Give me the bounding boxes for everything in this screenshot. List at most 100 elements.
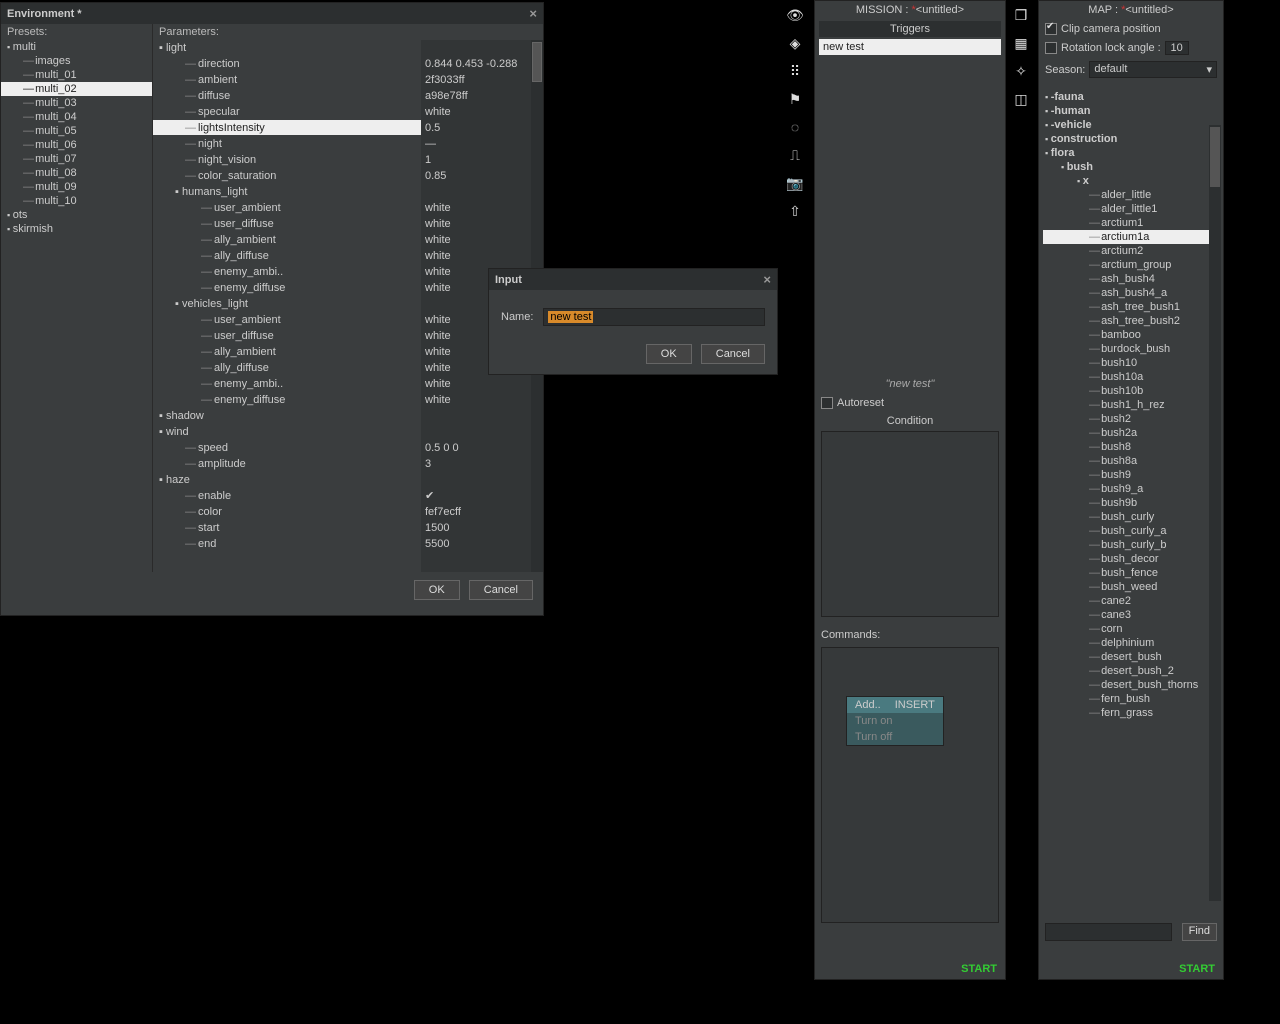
map-tree-item[interactable]: — desert_bush_thorns xyxy=(1043,678,1221,692)
find-button[interactable]: Find xyxy=(1182,923,1217,941)
param-name[interactable]: ▪ haze xyxy=(153,472,421,488)
map-tree-item[interactable]: — desert_bush_2 xyxy=(1043,664,1221,678)
param-name[interactable]: — diffuse xyxy=(153,88,421,104)
flag-icon[interactable]: ⚑ xyxy=(782,86,808,112)
map-tree-item[interactable]: — burdock_bush xyxy=(1043,342,1221,356)
map-tree-item[interactable]: — bush_curly_a xyxy=(1043,524,1221,538)
param-value[interactable] xyxy=(421,424,531,440)
close-icon[interactable]: × xyxy=(529,6,537,21)
map-tree-item[interactable]: — delphinium xyxy=(1043,636,1221,650)
map-start-button[interactable]: START xyxy=(1179,963,1215,975)
param-value[interactable]: 1500 xyxy=(421,520,531,536)
map-tree-item[interactable]: — alder_little xyxy=(1043,188,1221,202)
map-tree-item[interactable]: -human xyxy=(1043,104,1221,118)
param-name[interactable]: ▪ wind xyxy=(153,424,421,440)
param-value[interactable]: 1 xyxy=(421,152,531,168)
preset-item[interactable]: — multi_03 xyxy=(1,96,152,110)
param-name[interactable]: ▪ light xyxy=(153,40,421,56)
map-tree-item[interactable]: bush xyxy=(1043,160,1221,174)
param-value[interactable]: fef7ecff xyxy=(421,504,531,520)
param-name[interactable]: — end xyxy=(153,536,421,552)
map-tree-item[interactable]: — arctium1a xyxy=(1043,230,1221,244)
map-tree-item[interactable]: — fern_bush xyxy=(1043,692,1221,706)
param-name[interactable]: — user_diffuse xyxy=(153,216,421,232)
preset-item[interactable]: — multi_09 xyxy=(1,180,152,194)
map-scrollbar[interactable] xyxy=(1209,125,1221,901)
param-name[interactable]: — enemy_diffuse xyxy=(153,392,421,408)
rotation-lock-row[interactable]: Rotation lock angle : 10 xyxy=(1045,41,1217,55)
circle-dots-icon[interactable]: ◌ xyxy=(782,114,808,140)
preset-item[interactable]: — images xyxy=(1,54,152,68)
clip-camera-row[interactable]: Clip camera position xyxy=(1045,23,1217,35)
map-tree-item[interactable]: — ash_bush4_a xyxy=(1043,286,1221,300)
camera-icon[interactable]: 📷 xyxy=(782,170,808,196)
cube-icon[interactable]: ❒ xyxy=(1008,2,1034,28)
map-tree-item[interactable]: — bamboo xyxy=(1043,328,1221,342)
param-name[interactable]: — direction xyxy=(153,56,421,72)
ctx-turn-on[interactable]: Turn on xyxy=(847,713,943,729)
arrow-icon[interactable]: ⇧ xyxy=(782,198,808,224)
map-tree-item[interactable]: — bush_fence xyxy=(1043,566,1221,580)
preset-item[interactable]: — multi_08 xyxy=(1,166,152,180)
map-tree-item[interactable]: — bush10a xyxy=(1043,370,1221,384)
rotation-lock-checkbox[interactable] xyxy=(1045,42,1057,54)
map-tree-item[interactable]: — bush_curly xyxy=(1043,510,1221,524)
map-tree-item[interactable]: — bush2a xyxy=(1043,426,1221,440)
preset-item[interactable]: — multi_04 xyxy=(1,110,152,124)
param-value[interactable]: 0.5 0 0 xyxy=(421,440,531,456)
map-object-tree[interactable]: -fauna-human-vehicleconstructionflorabus… xyxy=(1043,90,1221,866)
map-tree-item[interactable]: — bush_curly_b xyxy=(1043,538,1221,552)
wand-icon[interactable]: ✧ xyxy=(1008,58,1034,84)
env-ok-button[interactable]: OK xyxy=(414,580,460,600)
param-name[interactable]: — color_saturation xyxy=(153,168,421,184)
commands-box[interactable]: Add..INSERT Turn on Turn off xyxy=(821,647,999,923)
map-tree-item[interactable]: — corn xyxy=(1043,622,1221,636)
param-name[interactable]: — specular xyxy=(153,104,421,120)
param-name[interactable]: — user_ambient xyxy=(153,200,421,216)
param-value[interactable]: white xyxy=(421,104,531,120)
map-tree-item[interactable]: — cane2 xyxy=(1043,594,1221,608)
param-value[interactable]: white xyxy=(421,248,531,264)
preset-item[interactable]: multi xyxy=(1,40,152,54)
param-name[interactable]: — ally_ambient xyxy=(153,232,421,248)
map-tree-item[interactable]: — bush8a xyxy=(1043,454,1221,468)
param-name[interactable]: — enemy_diffuse xyxy=(153,280,421,296)
map-tree-item[interactable]: — bush1_h_rez xyxy=(1043,398,1221,412)
param-value[interactable]: ✔ xyxy=(421,488,531,504)
map-tree-item[interactable]: — ash_tree_bush2 xyxy=(1043,314,1221,328)
preset-item[interactable]: — multi_01 xyxy=(1,68,152,82)
map-tree-item[interactable]: — bush10b xyxy=(1043,384,1221,398)
params-names-col[interactable]: ▪ light— direction— ambient— diffuse— sp… xyxy=(153,40,421,572)
preset-item[interactable]: ots xyxy=(1,208,152,222)
triggers-list[interactable]: new test xyxy=(819,39,1001,55)
param-value[interactable] xyxy=(421,408,531,424)
preset-item[interactable]: — multi_02 xyxy=(1,82,152,96)
param-name[interactable]: — start xyxy=(153,520,421,536)
presets-tree[interactable]: multi— images— multi_01— multi_02— multi… xyxy=(1,40,152,236)
diamond-icon[interactable]: ◈ xyxy=(782,30,808,56)
param-name[interactable]: — user_ambient xyxy=(153,312,421,328)
param-name[interactable]: — night_vision xyxy=(153,152,421,168)
mission-start-button[interactable]: START xyxy=(961,963,997,975)
param-name[interactable]: — ally_diffuse xyxy=(153,248,421,264)
param-name[interactable]: — user_diffuse xyxy=(153,328,421,344)
close-icon[interactable]: × xyxy=(763,272,771,287)
param-name[interactable]: — night xyxy=(153,136,421,152)
map-tree-item[interactable]: -fauna xyxy=(1043,90,1221,104)
param-name[interactable]: — enemy_ambi.. xyxy=(153,264,421,280)
param-value[interactable]: white xyxy=(421,232,531,248)
environment-title-bar[interactable]: Environment * × xyxy=(1,3,543,24)
ctx-turn-off[interactable]: Turn off xyxy=(847,729,943,745)
map-tree-item[interactable]: — desert_bush xyxy=(1043,650,1221,664)
param-value[interactable]: a98e78ff xyxy=(421,88,531,104)
param-name[interactable]: ▪ shadow xyxy=(153,408,421,424)
param-name[interactable]: — speed xyxy=(153,440,421,456)
find-input[interactable] xyxy=(1045,923,1172,941)
preset-item[interactable]: — multi_10 xyxy=(1,194,152,208)
grid-dots-icon[interactable]: ⠿ xyxy=(782,58,808,84)
param-value[interactable]: 2f3033ff xyxy=(421,72,531,88)
map-tree-item[interactable]: — ash_bush4 xyxy=(1043,272,1221,286)
map-tree-item[interactable]: — ash_tree_bush1 xyxy=(1043,300,1221,314)
map-tree-item[interactable]: — bush9 xyxy=(1043,468,1221,482)
clip-camera-checkbox[interactable] xyxy=(1045,23,1057,35)
